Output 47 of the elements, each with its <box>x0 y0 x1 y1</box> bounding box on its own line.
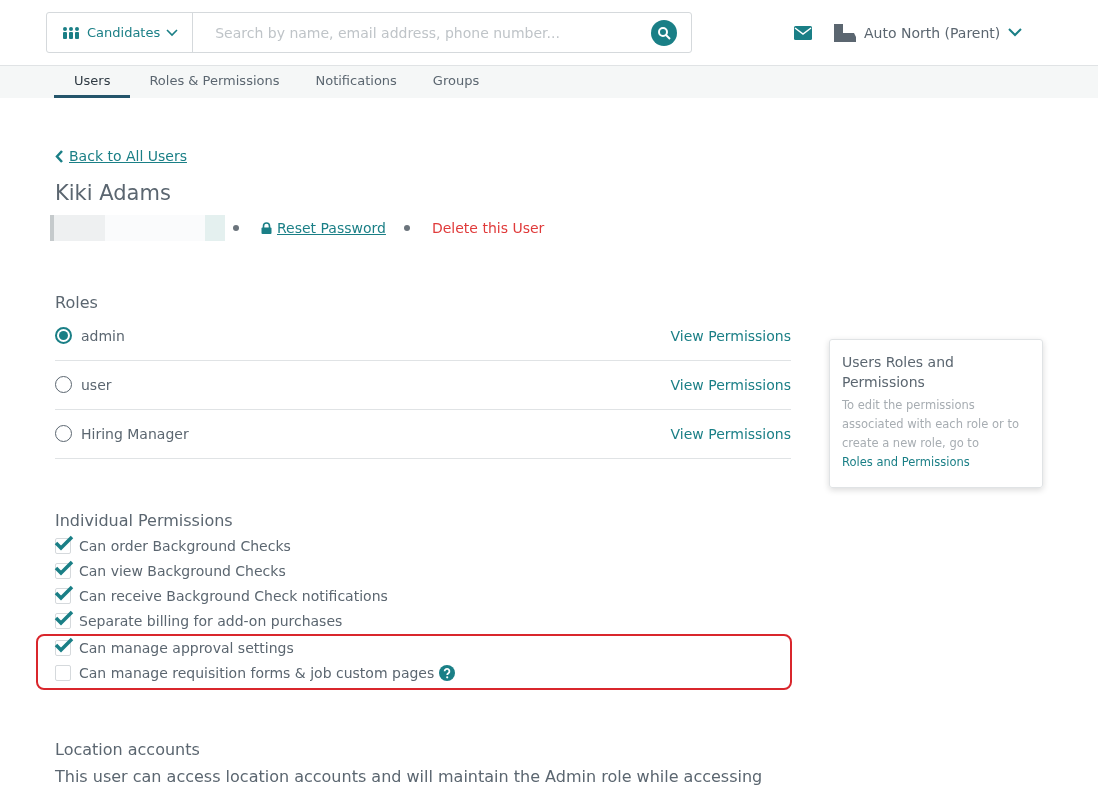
separator-dot <box>403 224 410 231</box>
section-heading: Roles <box>55 292 99 312</box>
view-permissions-link[interactable]: View Permissions <box>670 327 791 344</box>
role-label: user <box>81 376 112 393</box>
mail-icon[interactable] <box>794 25 812 40</box>
role-label: Hiring Manager <box>81 425 189 442</box>
info-card-title: Users Roles and Permissions <box>842 353 955 392</box>
user-name: Kiki Adams <box>55 180 172 205</box>
tab[interactable]: Groups <box>415 66 497 98</box>
checkbox[interactable] <box>55 613 71 629</box>
permission-label: Separate billing for add-on purchases <box>79 613 343 629</box>
checkbox[interactable] <box>55 588 71 604</box>
separator-dot <box>233 224 239 231</box>
location-accounts-text: This user can access location accounts and will maintain the Admin role while accessing <box>55 766 764 786</box>
permission-label: Can receive Background Check notifications <box>79 588 388 604</box>
view-permissions-link[interactable]: View Permissions <box>670 376 791 393</box>
view-permissions-link[interactable]: View Permissions <box>670 425 791 442</box>
search-field[interactable]: Candidates Search by name, email address, phone number... <box>46 12 692 53</box>
account-dropdown[interactable]: Auto North (Parent) <box>834 23 1023 42</box>
chevron-left-icon <box>55 149 64 163</box>
search-scope-dropdown[interactable]: Candidates <box>47 13 194 52</box>
checkbox[interactable] <box>55 563 71 579</box>
section-heading: Individual Permissions <box>55 510 234 530</box>
back-link[interactable]: Back to All Users <box>55 148 187 164</box>
lock-icon <box>261 221 272 234</box>
help-icon[interactable] <box>439 665 456 681</box>
permission-label: Can view Background Checks <box>79 563 286 579</box>
delete-user-link[interactable]: Delete this User <box>431 219 545 236</box>
permission-label: Can manage approval settings <box>79 640 294 656</box>
radio-button[interactable] <box>55 327 72 344</box>
checkbox[interactable] <box>55 640 71 656</box>
checkbox[interactable] <box>55 538 71 554</box>
roles-permissions-link[interactable]: Roles and Permissions <box>842 455 970 469</box>
tab[interactable]: Roles & Permissions <box>132 66 297 98</box>
tab[interactable]: Notifications <box>298 66 414 98</box>
section-heading: Location accounts <box>55 739 201 759</box>
checkbox[interactable] <box>55 665 71 681</box>
reset-password-link[interactable]: Reset Password <box>261 219 386 236</box>
chevron-down-icon <box>166 28 179 37</box>
search-icon <box>657 25 671 40</box>
role-label: admin <box>81 327 125 344</box>
permission-label: Can order Background Checks <box>79 538 291 554</box>
info-card-text: To edit the permissions associated with each role or to create a new role, go to Roles and Permissions <box>842 397 1020 471</box>
search-button[interactable] <box>651 19 677 46</box>
chevron-down-icon <box>1008 28 1023 37</box>
tab[interactable]: Users <box>54 66 131 98</box>
permission-label: Can manage requisition forms & job custom pages <box>79 665 435 681</box>
